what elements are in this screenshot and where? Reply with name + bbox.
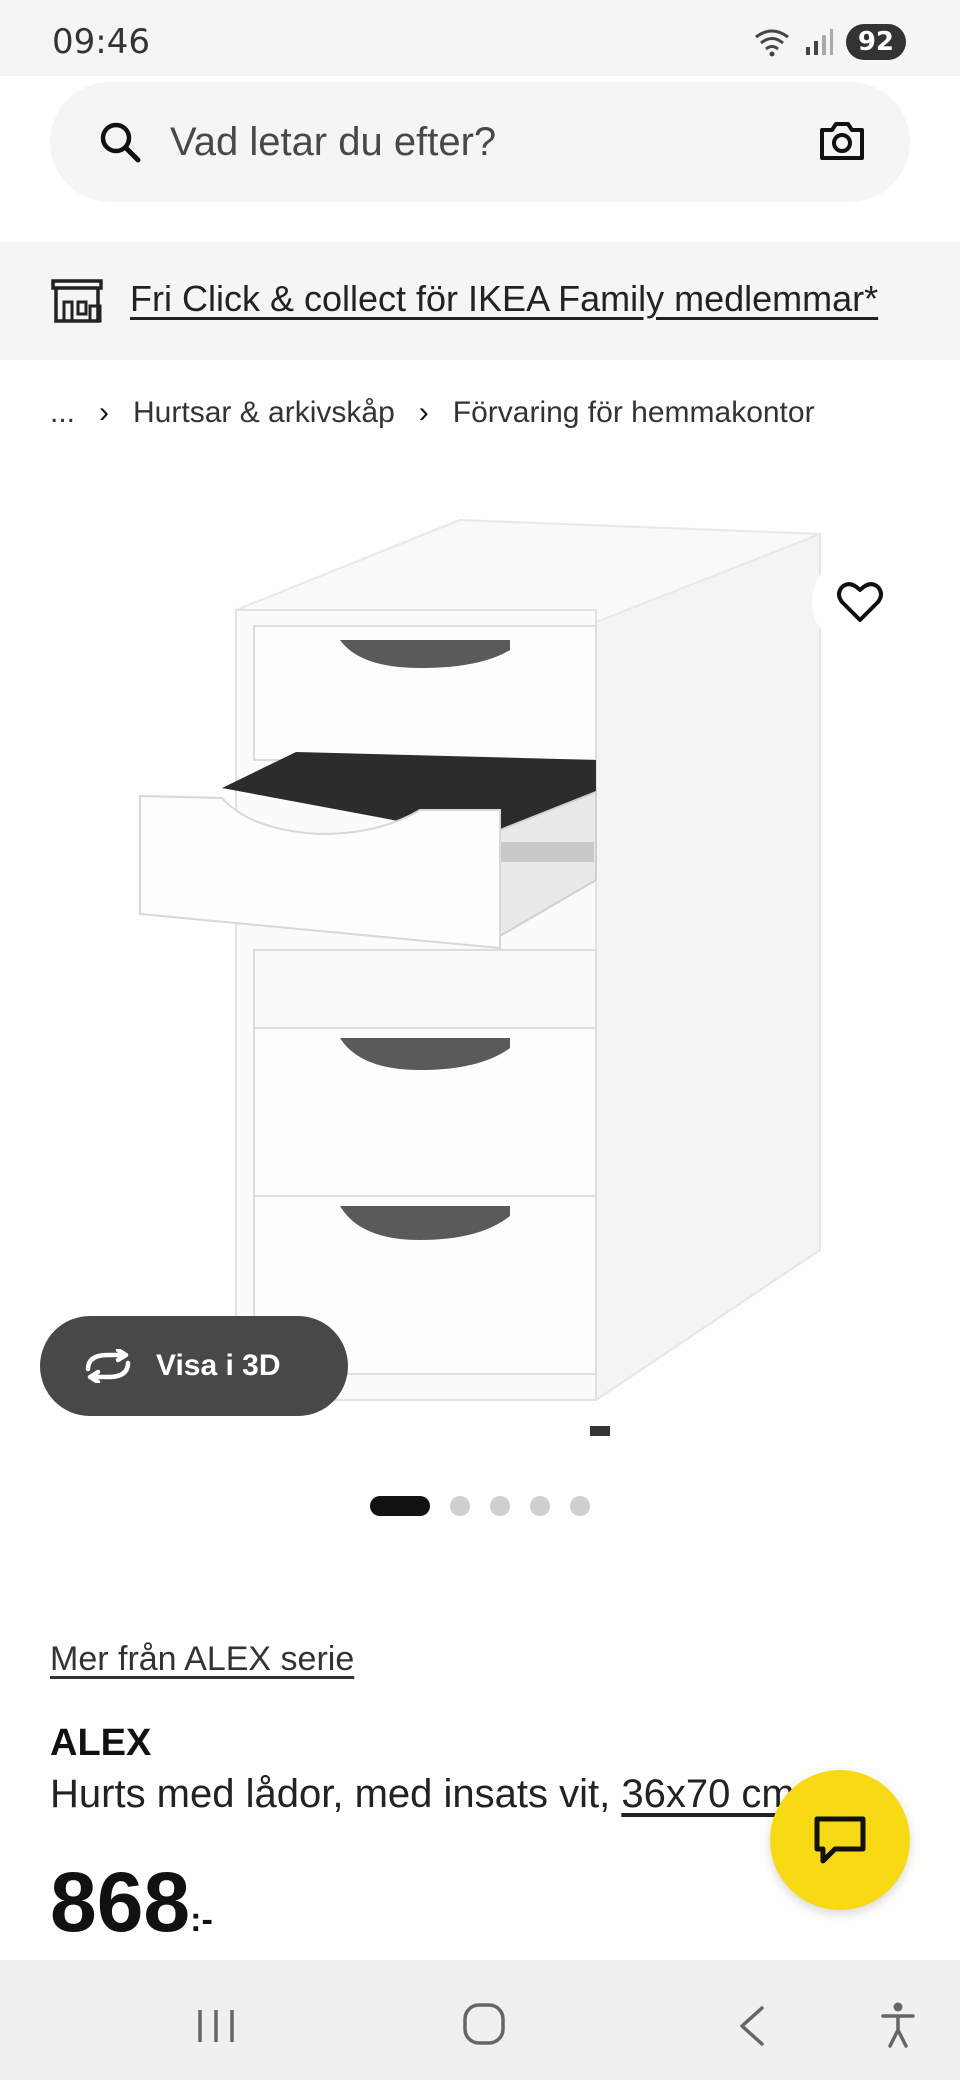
wifi-icon <box>754 29 789 57</box>
status-bar: 09:46 92 <box>0 0 960 76</box>
price-integer: 868 <box>50 1855 191 1949</box>
favorite-button[interactable] <box>812 554 908 650</box>
view-3d-label: Visa i 3D <box>156 1349 281 1382</box>
pagination-dot[interactable] <box>490 1496 510 1516</box>
chat-button[interactable] <box>770 1770 910 1910</box>
product-description-text: Hurts med lådor, med insats vit, <box>50 1772 622 1816</box>
status-icons: 92 <box>752 24 906 60</box>
back-icon[interactable] <box>736 2004 768 2048</box>
pagination-dot[interactable] <box>450 1496 470 1516</box>
price-suffix: :- <box>190 1901 213 1939</box>
search-input[interactable]: Vad letar du efter? <box>50 82 910 202</box>
search-placeholder: Vad letar du efter? <box>170 120 497 164</box>
heart-icon <box>837 582 883 622</box>
promo-banner[interactable]: Fri Click & collect för IKEA Family medl… <box>0 242 960 360</box>
breadcrumb-ellipsis[interactable]: ... <box>50 396 75 430</box>
accessibility-icon[interactable] <box>880 2002 916 2048</box>
recents-icon[interactable] <box>194 2006 238 2046</box>
breadcrumb: ... › Hurtsar & arkivskåp › Förvaring fö… <box>50 396 815 430</box>
system-nav-bar <box>0 1960 960 2080</box>
product-description: Hurts med lådor, med insats vit, 36x70 c… <box>50 1772 810 1817</box>
pagination-dot[interactable] <box>570 1496 590 1516</box>
size-link[interactable]: 36x70 cm <box>621 1772 794 1816</box>
view-3d-button[interactable]: Visa i 3D <box>40 1316 348 1416</box>
chevron-right-icon: › <box>418 396 429 429</box>
camera-icon[interactable] <box>818 120 866 162</box>
battery-indicator: 92 <box>845 24 906 60</box>
signal-icon <box>805 29 833 55</box>
rotate-3d-icon <box>85 1349 131 1383</box>
pagination-dot[interactable] <box>530 1496 550 1516</box>
search-area: Vad letar du efter? <box>0 76 960 242</box>
pagination-dot[interactable] <box>370 1496 430 1516</box>
status-time: 09:46 <box>52 22 150 62</box>
chevron-right-icon: › <box>99 396 110 429</box>
series-link[interactable]: Mer från ALEX serie <box>50 1640 354 1679</box>
product-name: ALEX <box>50 1722 152 1764</box>
breadcrumb-item-hurtsar[interactable]: Hurtsar & arkivskåp <box>133 396 395 430</box>
home-icon[interactable] <box>462 2002 506 2046</box>
product-price: 868:- <box>50 1854 213 1951</box>
search-icon <box>100 122 141 163</box>
chat-icon <box>814 1816 866 1864</box>
breadcrumb-item-forvaring[interactable]: Förvaring för hemmakontor <box>453 396 815 430</box>
store-icon <box>51 279 103 323</box>
promo-link[interactable]: Fri Click & collect för IKEA Family medl… <box>130 278 878 320</box>
image-pagination <box>370 1496 590 1516</box>
